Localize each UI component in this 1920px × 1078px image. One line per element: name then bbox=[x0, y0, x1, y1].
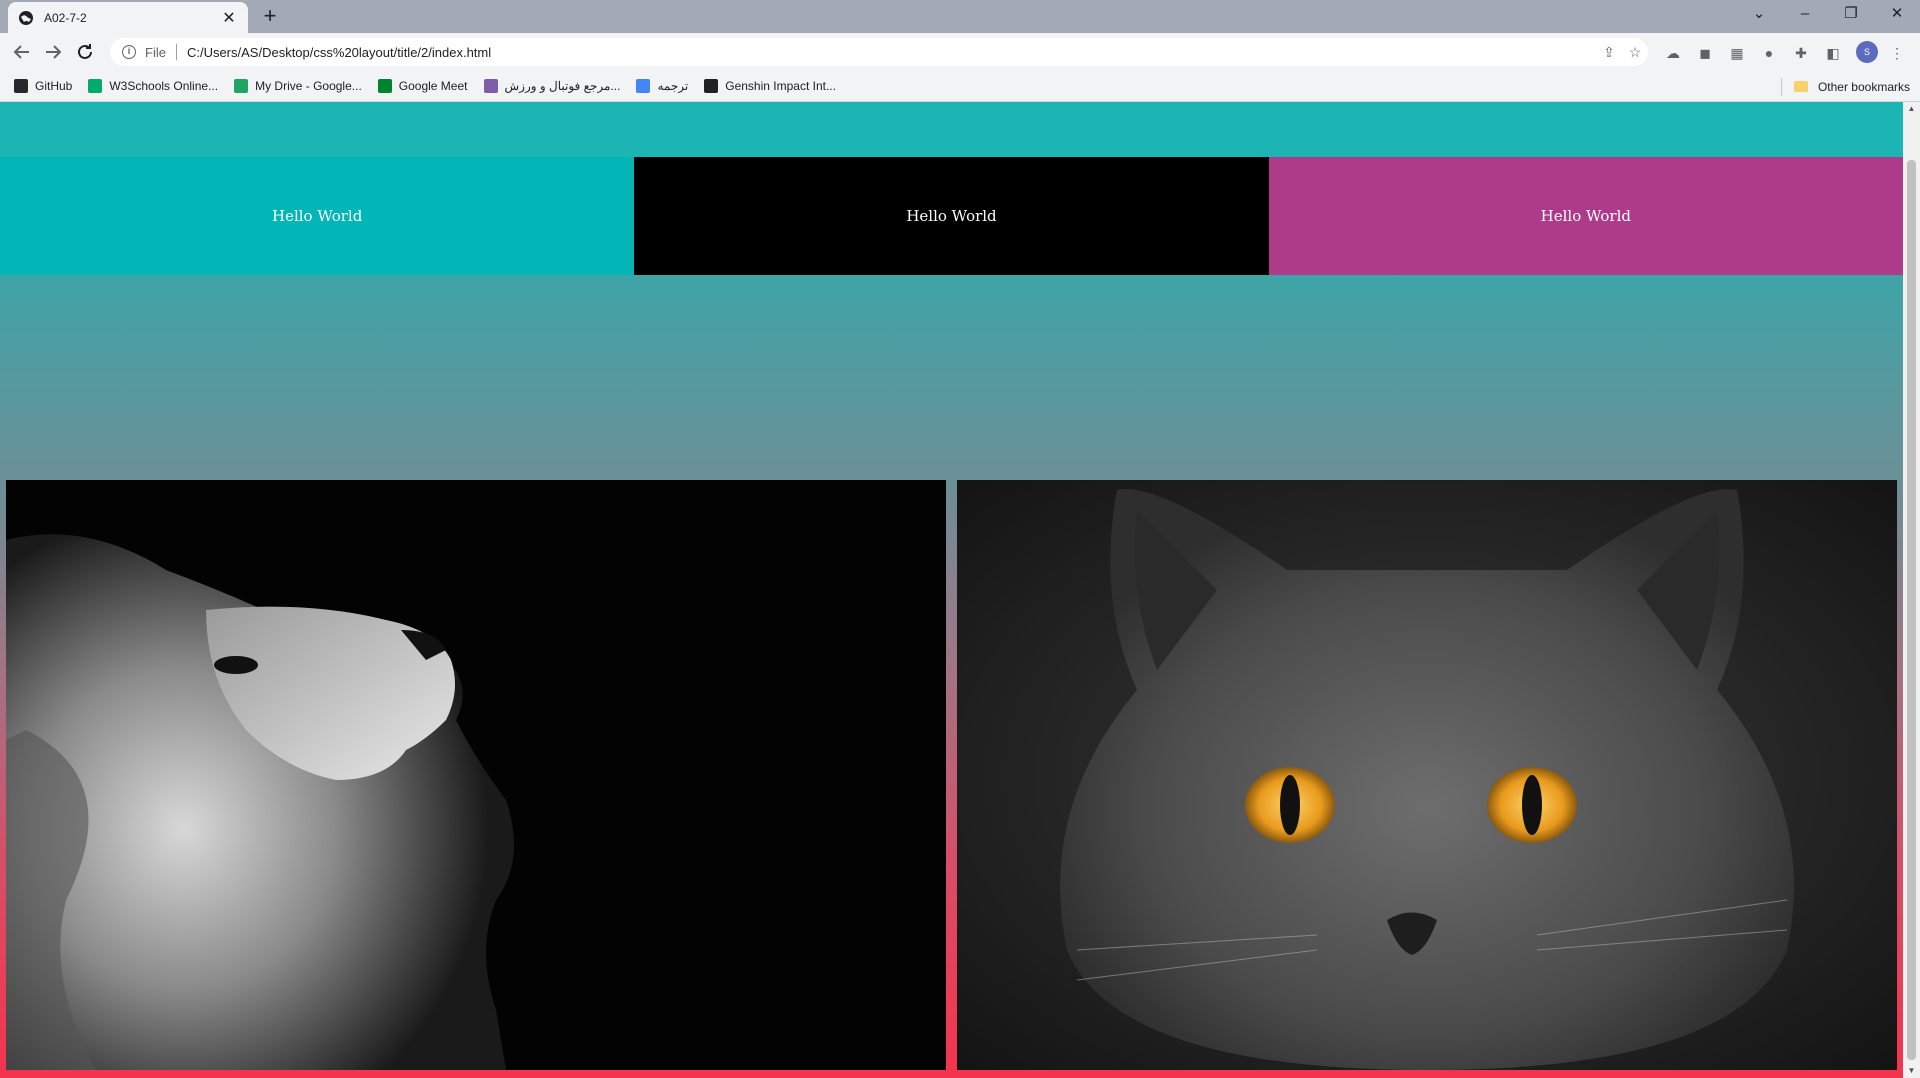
reload-button[interactable] bbox=[73, 40, 97, 64]
bookmarks-divider bbox=[1780, 77, 1782, 96]
close-window-button[interactable]: ✕ bbox=[1874, 0, 1920, 30]
address-divider bbox=[175, 44, 177, 60]
info-icon[interactable]: i bbox=[122, 45, 136, 59]
bookmark-item[interactable]: Genshin Impact Int... bbox=[704, 79, 836, 93]
forward-button[interactable] bbox=[41, 40, 65, 64]
extension-cloud-icon[interactable]: ☁ bbox=[1663, 43, 1683, 63]
menu-kebab-icon[interactable]: ⋮ bbox=[1887, 43, 1907, 63]
tab-title: A02-7-2 bbox=[44, 10, 87, 25]
bookmark-star-icon[interactable]: ☆ bbox=[1622, 44, 1648, 61]
close-tab-icon[interactable]: ✕ bbox=[220, 8, 238, 28]
hello-box-3: Hello World bbox=[1268, 157, 1903, 275]
bookmark-item[interactable]: Google Meet bbox=[377, 79, 468, 93]
lion-image bbox=[6, 480, 946, 1070]
scroll-down-arrow-icon[interactable]: ▼ bbox=[1903, 1064, 1920, 1078]
extension-globe-icon[interactable]: ● bbox=[1759, 43, 1779, 63]
bookmark-label: Genshin Impact Int... bbox=[725, 79, 836, 93]
folder-icon bbox=[1793, 81, 1808, 92]
new-tab-button[interactable]: + bbox=[258, 4, 282, 28]
bookmark-item[interactable]: مرجع فوتبال و ورزش... bbox=[483, 79, 621, 93]
address-bar[interactable]: i File C:/Users/AS/Desktop/css%20layout/… bbox=[110, 38, 1648, 66]
restore-button[interactable]: ❐ bbox=[1828, 0, 1874, 30]
minimize-button[interactable]: – bbox=[1782, 0, 1828, 30]
browser-tab[interactable]: A02-7-2 ✕ bbox=[8, 2, 248, 33]
bookmarks-bar: GitHub W3Schools Online... My Drive - Goog… bbox=[0, 71, 1920, 102]
forward-arrow-icon bbox=[46, 45, 62, 59]
reload-icon bbox=[78, 44, 92, 59]
scheme-label: File bbox=[145, 44, 166, 60]
bookmark-label: Google Meet bbox=[398, 79, 468, 93]
page-scrollbar[interactable]: ▲ ▼ bbox=[1903, 102, 1920, 1078]
sport-site-icon bbox=[483, 79, 498, 93]
page-body: Hello World Hello World Hello World bbox=[0, 102, 1903, 1078]
bookmark-item[interactable]: My Drive - Google... bbox=[234, 79, 362, 93]
globe-icon bbox=[704, 79, 719, 93]
bookmark-label: W3Schools Online... bbox=[109, 79, 219, 93]
side-panel-icon[interactable]: ◧ bbox=[1823, 43, 1843, 63]
hello-text: Hello World bbox=[906, 207, 997, 225]
back-button[interactable] bbox=[10, 40, 34, 64]
other-bookmarks-label: Other bookmarks bbox=[1817, 79, 1910, 94]
google-drive-icon bbox=[234, 79, 249, 93]
back-arrow-icon bbox=[13, 45, 29, 59]
extension-robot-icon[interactable]: ◼ bbox=[1695, 43, 1715, 63]
bookmark-item[interactable]: GitHub bbox=[14, 79, 72, 93]
page-viewport: Hello World Hello World Hello World ▲ ▼ bbox=[0, 102, 1920, 1078]
cat-image bbox=[957, 480, 1897, 1070]
extensions-puzzle-icon[interactable]: ✚ bbox=[1791, 43, 1811, 63]
share-icon[interactable]: ⇪ bbox=[1596, 44, 1622, 61]
globe-icon bbox=[18, 10, 34, 26]
github-icon bbox=[14, 79, 28, 93]
scrollbar-thumb[interactable] bbox=[1907, 160, 1916, 1060]
hello-row: Hello World Hello World Hello World bbox=[0, 157, 1903, 275]
google-meet-icon bbox=[377, 79, 392, 93]
hello-box-2: Hello World bbox=[634, 157, 1269, 275]
extension-grid-icon[interactable]: ▦ bbox=[1727, 43, 1747, 63]
scroll-up-arrow-icon[interactable]: ▲ bbox=[1903, 102, 1920, 116]
bookmark-label: ترجمه bbox=[657, 79, 689, 93]
w3schools-icon bbox=[88, 79, 103, 93]
bookmark-label: مرجع فوتبال و ورزش... bbox=[504, 79, 621, 93]
google-translate-icon bbox=[636, 79, 651, 93]
hello-text: Hello World bbox=[1540, 207, 1631, 225]
bookmark-item[interactable]: ترجمه bbox=[636, 79, 688, 93]
bookmark-label: My Drive - Google... bbox=[255, 79, 362, 93]
bookmark-label: GitHub bbox=[35, 79, 73, 93]
browser-toolbar: i File C:/Users/AS/Desktop/css%20layout/… bbox=[0, 33, 1920, 71]
tab-search-button[interactable]: ⌄ bbox=[1736, 0, 1782, 30]
url-text[interactable]: C:/Users/AS/Desktop/css%20layout/title/2… bbox=[187, 45, 1596, 60]
tab-strip: A02-7-2 ✕ + ⌄ – ❐ ✕ bbox=[0, 0, 1920, 33]
profile-avatar[interactable]: S bbox=[1856, 41, 1878, 63]
other-bookmarks[interactable]: Other bookmarks bbox=[1780, 71, 1910, 102]
bookmark-item[interactable]: W3Schools Online... bbox=[88, 79, 218, 93]
hello-box-1: Hello World bbox=[0, 157, 635, 275]
hello-text: Hello World bbox=[271, 207, 363, 225]
